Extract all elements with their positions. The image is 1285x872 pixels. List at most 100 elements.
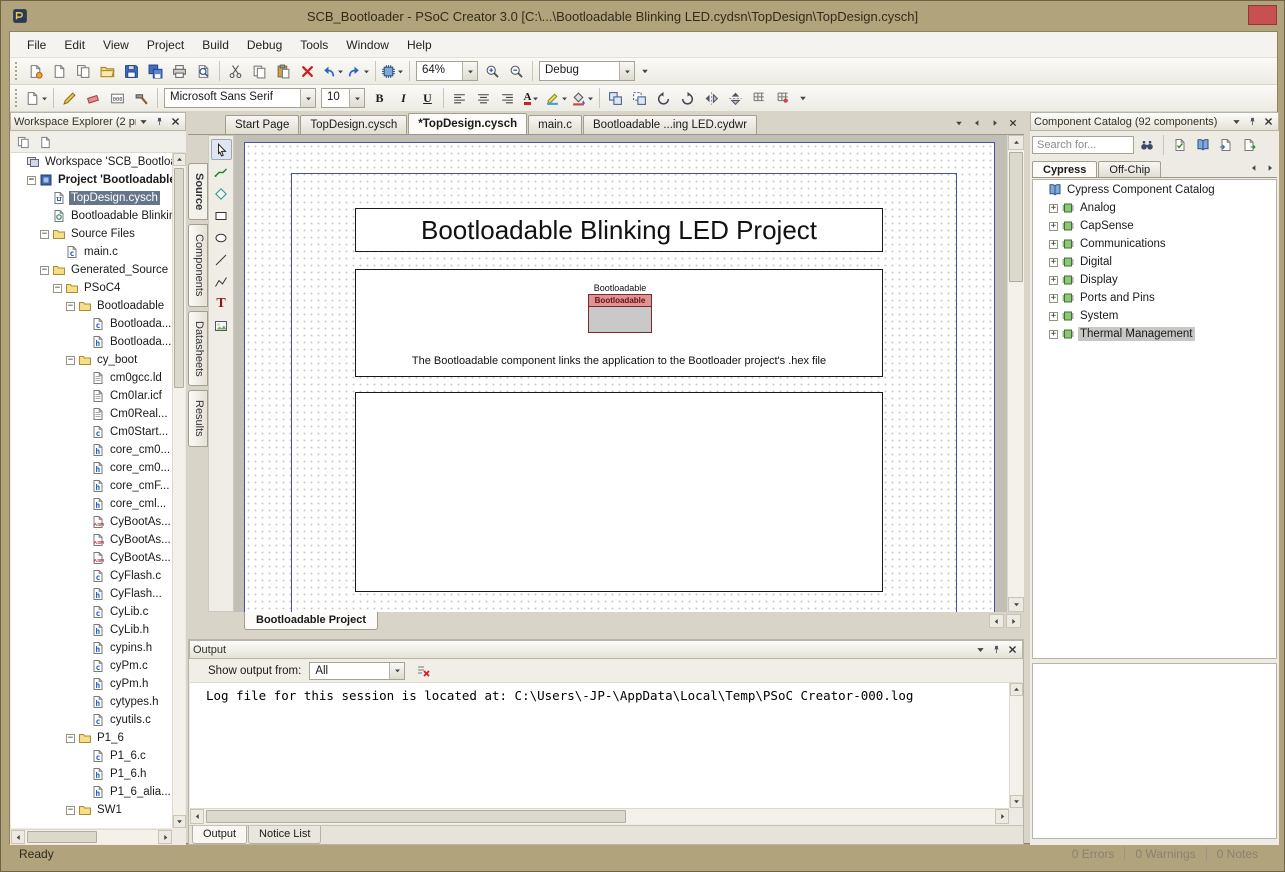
doc-tab-topdesign-cysch[interactable]: *TopDesign.cysch [408, 113, 527, 134]
scroll-track[interactable] [204, 809, 995, 824]
tree-item-cybootas[interactable]: ASMCyBootAs... [11, 513, 172, 531]
collapse-expander[interactable]: − [66, 302, 75, 311]
tree-item-bootloada[interactable]: cBootloada... [11, 315, 172, 333]
auto-hide-pin-button[interactable] [989, 643, 1003, 656]
scroll-up-button[interactable] [1010, 683, 1023, 696]
toolbar-grip[interactable] [15, 89, 19, 107]
tree-item-p1-6[interactable]: −P1_6 [11, 729, 172, 747]
collapse-expander[interactable]: − [66, 806, 75, 815]
scroll-down-button[interactable] [1008, 597, 1024, 612]
tab-scroll-left-button[interactable] [970, 116, 984, 129]
page-settings-button[interactable] [24, 87, 49, 109]
toolbar-grip[interactable] [15, 62, 19, 80]
tab-scroll-right-button[interactable] [988, 116, 1002, 129]
italic-button[interactable]: I [392, 87, 415, 109]
scroll-thumb[interactable] [206, 810, 626, 823]
find-button[interactable] [1137, 135, 1157, 155]
status-errors[interactable]: 0 Errors [1072, 847, 1115, 861]
font-color-button[interactable]: A [520, 87, 543, 109]
align-center-button[interactable] [472, 87, 495, 109]
align-to-grid-button[interactable] [748, 87, 771, 109]
copy-button[interactable] [248, 60, 271, 82]
tree-item-bootloadable-blinking[interactable]: Bootloadable Blinking [11, 207, 172, 225]
export-component-button[interactable] [1239, 135, 1259, 155]
doc-tab-main-c[interactable]: main.c [528, 115, 582, 134]
side-tab-source[interactable]: Source [188, 163, 208, 220]
image-tool-button[interactable] [211, 315, 232, 336]
import-component-button[interactable] [1216, 135, 1236, 155]
tree-item-source-files[interactable]: −Source Files [11, 225, 172, 243]
scroll-left-button[interactable] [190, 809, 204, 824]
menu-help[interactable]: Help [398, 34, 441, 56]
toolbar-overflow-button[interactable] [796, 87, 810, 109]
tree-item-topdesign-cysch[interactable]: TopDesign.cysch [11, 189, 172, 207]
paste-button[interactable] [272, 60, 295, 82]
tree-item-capsense[interactable]: +CapSense [1033, 217, 1276, 235]
catalog-tab-off-chip[interactable]: Off-Chip [1098, 161, 1161, 177]
scroll-right-button[interactable] [995, 809, 1009, 824]
wire-tool-button[interactable] [211, 161, 232, 182]
collapse-expander[interactable]: − [53, 284, 62, 293]
catalog-tab-cypress[interactable]: Cypress [1032, 161, 1097, 177]
tree-item-cm0iar-icf[interactable]: Cm0Iar.icf [11, 387, 172, 405]
tree-item-cm0real[interactable]: Cm0Real... [11, 405, 172, 423]
rectangle-tool-button[interactable] [211, 205, 232, 226]
tree-item-bootloadable[interactable]: −Bootloadable [11, 297, 172, 315]
collapse-expander[interactable]: − [66, 356, 75, 365]
align-right-button[interactable] [496, 87, 519, 109]
output-log[interactable]: Log file for this session is located at:… [190, 683, 1009, 808]
new-project-button[interactable] [24, 60, 47, 82]
scroll-down-button[interactable] [173, 815, 186, 828]
tree-item-cypm-c[interactable]: ccyPm.c [11, 657, 172, 675]
tree-item-workspace-scb-bootloader[interactable]: Workspace 'SCB_Bootloader [11, 153, 172, 171]
tree-item-cypins-h[interactable]: hcypins.h [11, 639, 172, 657]
save-button[interactable] [120, 60, 143, 82]
open-button[interactable] [96, 60, 119, 82]
terminal-tool-button[interactable] [211, 183, 232, 204]
expand-expander[interactable]: + [1049, 240, 1058, 249]
undo-button[interactable] [320, 60, 345, 82]
tree-item-generated-source[interactable]: −Generated_Source [11, 261, 172, 279]
auto-hide-pin-button[interactable] [152, 115, 166, 128]
align-left-button[interactable] [448, 87, 471, 109]
scroll-down-button[interactable] [1010, 795, 1023, 808]
properties-button[interactable] [35, 133, 55, 151]
minimize-button[interactable] [1184, 5, 1213, 25]
window-position-button[interactable] [1229, 115, 1243, 128]
menu-view[interactable]: View [94, 34, 138, 56]
close-button[interactable] [1248, 5, 1277, 25]
menu-debug[interactable]: Debug [238, 34, 291, 56]
schematic-title-box[interactable]: Bootloadable Blinking LED Project [355, 208, 883, 252]
close-panel-button[interactable] [168, 115, 182, 128]
tree-item-cyflash[interactable]: hCyFlash... [11, 585, 172, 603]
redo-button[interactable] [346, 60, 371, 82]
scroll-thumb[interactable] [174, 168, 184, 388]
scroll-track[interactable] [1010, 696, 1022, 795]
select-tool-button[interactable] [211, 139, 232, 160]
tree-item-thermal-management[interactable]: +Thermal Management [1033, 325, 1276, 343]
tree-item-p1-6-c[interactable]: cP1_6.c [11, 747, 172, 765]
collapse-expander[interactable]: − [40, 266, 49, 275]
close-panel-button[interactable] [1261, 115, 1275, 128]
maximize-button[interactable] [1216, 5, 1245, 25]
ellipse-tool-button[interactable] [211, 227, 232, 248]
menu-edit[interactable]: Edit [55, 34, 94, 56]
font-name-combo[interactable]: Microsoft Sans Serif [164, 88, 316, 108]
tree-item-display[interactable]: +Display [1033, 271, 1276, 289]
scroll-up-button[interactable] [173, 153, 186, 166]
highlight-color-button[interactable] [544, 87, 569, 109]
scroll-track[interactable] [1008, 150, 1024, 597]
expand-expander[interactable]: + [1049, 222, 1058, 231]
device-selector-button[interactable] [380, 60, 405, 82]
schematic-canvas[interactable]: Bootloadable Blinking LED Project Bootlo… [234, 135, 1007, 612]
tree-item-cypress-component-catalog[interactable]: Cypress Component Catalog [1033, 181, 1276, 199]
tree-item-cylib-c[interactable]: cCyLib.c [11, 603, 172, 621]
expand-expander[interactable]: + [1049, 258, 1058, 267]
show-all-files-button[interactable] [13, 133, 33, 151]
address-stamp-button[interactable]: 000 [106, 87, 129, 109]
tree-item-core-cml[interactable]: hcore_cml... [11, 495, 172, 513]
open-datasheet-button[interactable] [1193, 135, 1213, 155]
ungroup-button[interactable] [628, 87, 651, 109]
expand-expander[interactable]: + [1049, 276, 1058, 285]
doc-tab-bootloadable-ing-led-cydwr[interactable]: Bootloadable ...ing LED.cydwr [583, 115, 757, 134]
